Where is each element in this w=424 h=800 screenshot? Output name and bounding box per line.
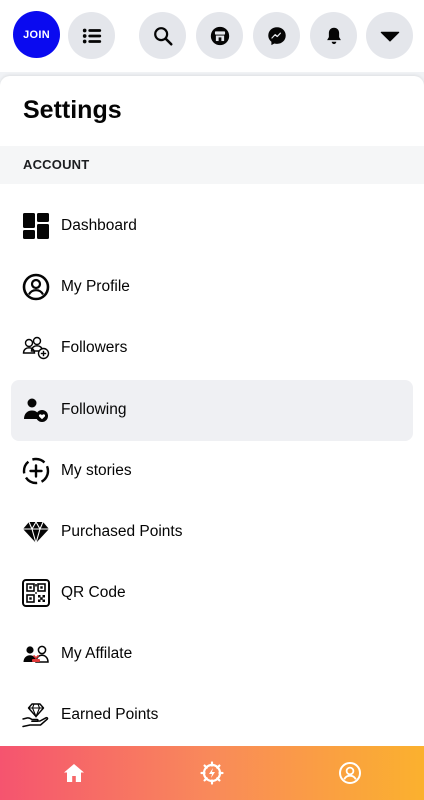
settings-item-following[interactable]: Following	[11, 380, 413, 441]
notifications-button[interactable]	[310, 12, 357, 59]
home-icon	[64, 764, 84, 782]
settings-item-label: Dashboard	[61, 217, 137, 234]
search-button[interactable]	[139, 12, 186, 59]
menu-button[interactable]	[68, 12, 115, 59]
account-button[interactable]	[338, 761, 362, 785]
settings-item-earned-points[interactable]: Earned Points	[11, 685, 413, 746]
stories-icon	[22, 457, 50, 485]
account-menu-button[interactable]	[366, 12, 413, 59]
settings-panel: Settings ACCOUNT Dashboard My Profile Fo…	[0, 76, 424, 746]
settings-item-label: My Profile	[61, 278, 130, 295]
section-label: ACCOUNT	[23, 157, 90, 172]
join-button[interactable]: JOIN	[13, 11, 60, 58]
settings-item-my-affiliate[interactable]: My Affilate	[11, 624, 413, 685]
activity-button[interactable]	[200, 761, 224, 785]
qr-code-icon	[22, 579, 50, 607]
search-icon	[153, 26, 173, 46]
settings-item-label: Followers	[61, 339, 128, 356]
section-header: ACCOUNT	[0, 146, 424, 184]
store-button[interactable]	[196, 12, 243, 59]
settings-item-purchased-points[interactable]: Purchased Points	[11, 502, 413, 563]
following-icon	[22, 396, 50, 424]
settings-item-label: Purchased Points	[61, 523, 183, 540]
menu-icon	[82, 28, 101, 43]
settings-item-followers[interactable]: Followers	[11, 318, 413, 379]
bolt-gear-icon	[200, 761, 224, 785]
profile-icon	[22, 273, 50, 301]
settings-item-my-stories[interactable]: My stories	[11, 441, 413, 502]
affiliate-icon	[22, 640, 50, 668]
dashboard-icon	[22, 212, 50, 240]
earned-points-icon	[22, 701, 50, 729]
settings-item-dashboard[interactable]: Dashboard	[11, 196, 413, 257]
settings-item-label: QR Code	[61, 584, 126, 601]
messenger-icon	[267, 26, 286, 45]
settings-item-my-profile[interactable]: My Profile	[11, 257, 413, 318]
messenger-button[interactable]	[253, 12, 300, 59]
home-button[interactable]	[62, 761, 86, 785]
settings-item-label: Earned Points	[61, 706, 159, 723]
settings-item-qr-code[interactable]: QR Code	[11, 563, 413, 624]
bottom-nav	[0, 746, 424, 800]
page-title: Settings	[23, 96, 122, 124]
caret-down-icon	[380, 31, 399, 42]
settings-item-label: My stories	[61, 462, 132, 479]
settings-item-label: Following	[61, 401, 127, 418]
followers-icon	[22, 334, 50, 362]
store-icon	[210, 26, 229, 45]
settings-item-label: My Affilate	[61, 645, 133, 662]
top-bar: JOIN	[0, 0, 424, 72]
account-icon	[339, 762, 361, 784]
diamond-icon	[22, 518, 50, 546]
bell-icon	[326, 27, 341, 44]
